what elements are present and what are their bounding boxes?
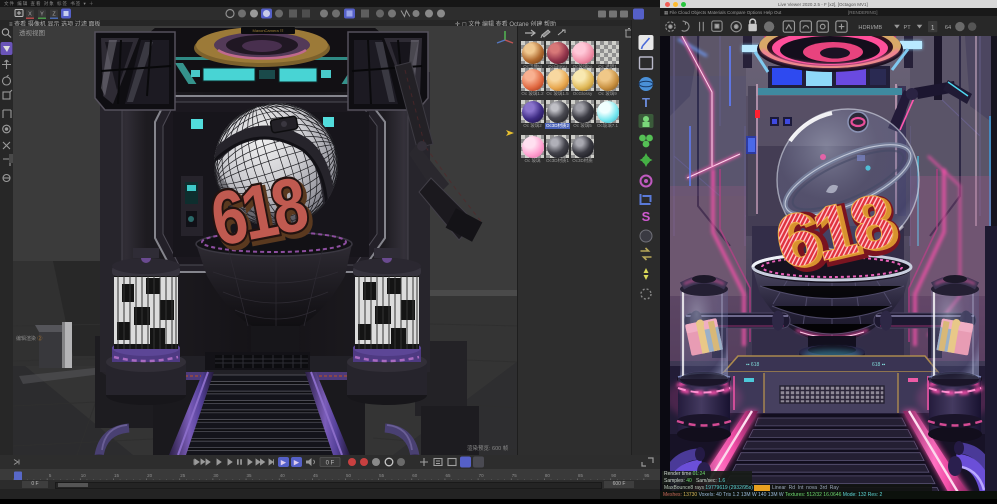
svg-text:0 F: 0 F [326, 461, 335, 467]
svg-text:25: 25 [180, 473, 186, 478]
svg-text:15: 15 [114, 473, 120, 478]
svg-text:65: 65 [445, 473, 451, 478]
svg-text:X: X [28, 12, 32, 18]
svg-text:95: 95 [644, 473, 650, 478]
svg-text:75: 75 [512, 473, 518, 478]
svg-text:30: 30 [213, 473, 219, 478]
svg-text:40: 40 [280, 473, 286, 478]
svg-text:▪▪ 618: ▪▪ 618 [746, 362, 759, 368]
svg-text:50: 50 [346, 473, 352, 478]
svg-text:10: 10 [81, 473, 87, 478]
svg-text:80: 80 [545, 473, 551, 478]
svg-text:▶: ▶ [281, 460, 287, 467]
svg-text:64: 64 [945, 25, 951, 31]
svg-text:90: 90 [611, 473, 617, 478]
svg-text:HDRI/MB: HDRI/MB [858, 25, 882, 31]
svg-text:MaxonCamera ☷: MaxonCamera ☷ [253, 28, 284, 33]
svg-text:S: S [642, 209, 651, 224]
svg-text:PT: PT [904, 25, 912, 31]
svg-text:70: 70 [479, 473, 485, 478]
svg-text:编辑渲染 ②: 编辑渲染 ② [16, 335, 42, 342]
svg-text:60: 60 [412, 473, 418, 478]
svg-text:透视视图: 透视视图 [19, 28, 45, 37]
svg-text:Y: Y [40, 12, 44, 18]
svg-text:渲染预览: 600 帧: 渲染预览: 600 帧 [467, 444, 509, 452]
svg-text:1: 1 [931, 24, 935, 31]
svg-text:618: 618 [204, 161, 313, 263]
svg-text:35: 35 [247, 473, 253, 478]
svg-text:20: 20 [147, 473, 153, 478]
svg-text:45: 45 [313, 473, 319, 478]
svg-text:T: T [642, 95, 650, 110]
svg-text:618 ▪▪: 618 ▪▪ [872, 362, 886, 368]
svg-text:5: 5 [49, 473, 52, 478]
svg-text:85: 85 [578, 473, 584, 478]
svg-text:55: 55 [379, 473, 385, 478]
svg-text:▶: ▶ [294, 460, 300, 467]
